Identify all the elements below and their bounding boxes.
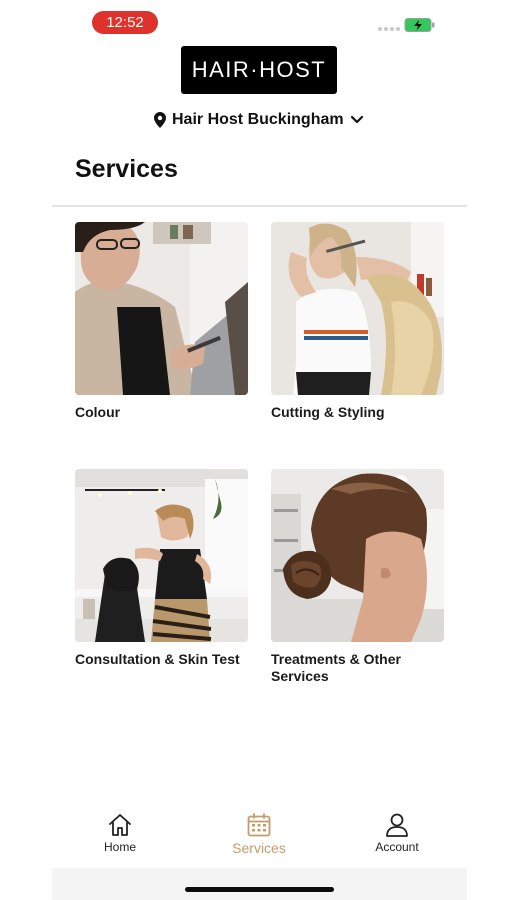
cutting-styling-service-photo [271,222,444,395]
location-selector[interactable]: Hair Host Buckingham [154,108,364,132]
service-label: Cutting & Styling [271,404,385,420]
colour-service-photo [75,222,248,395]
tab-home[interactable]: Home [65,812,175,868]
service-label: Colour [75,404,121,420]
location-name: Hair Host Buckingham [172,111,344,128]
tab-services[interactable]: Services [204,812,314,868]
user-icon [386,813,408,837]
service-tile-treatments[interactable]: Treatments & Other Services [271,469,444,685]
tab-label: Services [232,840,286,856]
service-tile-colour[interactable]: Colour [75,222,248,421]
consultation-service-photo [75,469,248,642]
home-indicator-area [52,868,467,900]
app-screen: 12:52 HAIR·HOST Hair Host Buckingham Ser… [0,0,507,900]
calendar-icon [247,813,271,837]
battery-icon [404,18,435,32]
tab-label: Account [375,840,419,854]
signal-icon [378,27,400,31]
service-label: Treatments & Other Services [271,651,401,684]
location-pin-icon [154,112,166,128]
status-time: 12:52 [92,11,158,34]
chevron-down-icon [350,115,363,124]
bottom-tab-bar: Home Services Account [52,812,467,868]
treatments-service-photo [271,469,444,642]
title-divider [52,205,467,207]
tab-label: Home [103,840,136,854]
brand-logo: HAIR·HOST [181,46,337,94]
service-label: Consultation & Skin Test [75,651,240,667]
page-title: Services [75,155,178,183]
home-indicator[interactable] [185,887,334,892]
status-bar: 12:52 [0,0,507,44]
service-tile-cutting-styling[interactable]: Cutting & Styling [271,222,444,421]
tab-account[interactable]: Account [342,812,452,868]
home-icon [109,814,131,836]
service-tile-consultation[interactable]: Consultation & Skin Test [75,469,248,668]
